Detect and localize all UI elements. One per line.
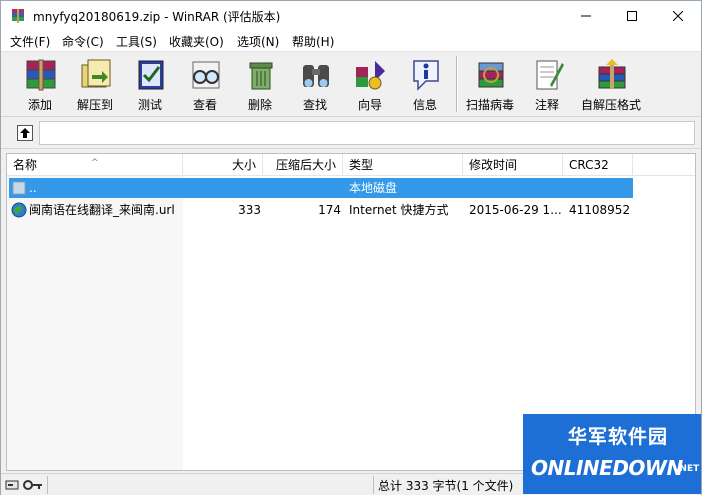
row-packed: 174 <box>318 203 341 217</box>
drive-icon[interactable] <box>5 479 19 491</box>
close-button[interactable] <box>655 1 701 31</box>
status-text: 总计 333 字节(1 个文件) <box>378 479 514 493</box>
sort-ascending-icon: ^ <box>91 158 99 168</box>
row-crc: 41108952 <box>569 203 631 217</box>
toolbar-info-button[interactable]: 信息 <box>398 55 452 115</box>
toolbar-comment-label: 注释 <box>534 98 559 112</box>
column-header-name[interactable]: 名称 ^ <box>7 154 183 176</box>
toolbar: 添加 解压到 测试 查看 删除 查找 向导 信息 扫描病毒 注释 自解压格式 <box>1 51 701 117</box>
toolbar-info-label: 信息 <box>412 98 437 112</box>
menu-commands[interactable]: 命令(C) <box>62 33 104 50</box>
row-crc <box>569 178 633 198</box>
row-name: 闽南语在线翻译_来闽南.url <box>29 203 175 217</box>
column-header-packed-label: 压缩后大小 <box>275 158 336 172</box>
comment-icon <box>536 60 564 90</box>
minimize-button[interactable] <box>563 1 609 31</box>
column-header-crc[interactable]: CRC32 <box>563 154 633 176</box>
wizard-icon <box>356 61 385 90</box>
column-header-type[interactable]: 类型 <box>343 154 463 176</box>
watermark-cn-text: 华军软件园 <box>568 426 669 448</box>
status-divider <box>373 476 374 494</box>
menu-file[interactable]: 文件(F) <box>10 33 50 50</box>
key-icon[interactable] <box>23 479 43 491</box>
status-divider <box>47 476 48 494</box>
row-modified: 2015-06-29 1... <box>469 203 562 217</box>
extract-to-icon <box>81 59 111 88</box>
row-size <box>183 178 257 198</box>
menu-help[interactable]: 帮助(H) <box>292 33 334 50</box>
row-type: 本地磁盘 <box>349 181 398 195</box>
up-arrow-icon <box>20 128 30 138</box>
watermark-suffix-text: .NET <box>676 464 700 474</box>
toolbar-sfx-label: 自解压格式 <box>580 98 641 112</box>
toolbar-delete-button[interactable]: 删除 <box>233 55 287 115</box>
title-bar[interactable]: mnyfyq20180619.zip - WinRAR (评估版本) <box>1 1 701 31</box>
column-header-packed[interactable]: 压缩后大小 <box>263 154 343 176</box>
column-header-modified[interactable]: 修改时间 <box>463 154 563 176</box>
info-icon <box>413 60 439 91</box>
row-packed <box>263 178 337 198</box>
row-size: 333 <box>238 203 261 217</box>
column-header-crc-label: CRC32 <box>569 158 609 172</box>
row-modified <box>469 178 563 198</box>
close-icon <box>673 11 683 21</box>
maximize-button[interactable] <box>609 1 655 31</box>
view-glasses-icon <box>192 61 220 89</box>
toolbar-find-button[interactable]: 查找 <box>288 55 342 115</box>
winrar-window: mnyfyq20180619.zip - WinRAR (评估版本) 文件(F)… <box>0 0 702 495</box>
minimize-icon <box>581 15 591 17</box>
add-books-icon <box>26 59 56 91</box>
toolbar-sfx-button[interactable]: 自解压格式 <box>581 55 641 115</box>
toolbar-add-button[interactable]: 添加 <box>13 55 67 115</box>
menu-favorites[interactable]: 收藏夹(O) <box>169 33 224 50</box>
address-bar <box>1 118 701 149</box>
find-binoculars-icon <box>303 65 329 87</box>
toolbar-view-button[interactable]: 查看 <box>178 55 232 115</box>
toolbar-extract-button[interactable]: 解压到 <box>68 55 122 115</box>
menu-tools[interactable]: 工具(S) <box>116 33 157 50</box>
toolbar-wizard-button[interactable]: 向导 <box>343 55 397 115</box>
column-header-size[interactable]: 大小 <box>183 154 263 176</box>
delete-icon <box>249 62 273 90</box>
row-type: Internet 快捷方式 <box>349 203 449 217</box>
table-row[interactable]: 闽南语在线翻译_来闽南.url 333 174 Internet 快捷方式 20… <box>9 200 633 220</box>
column-header-modified-label: 修改时间 <box>469 158 518 172</box>
toolbar-comment-button[interactable]: 注释 <box>520 55 574 115</box>
toolbar-test-button[interactable]: 测试 <box>123 55 177 115</box>
up-folder-button[interactable] <box>17 125 33 141</box>
internet-shortcut-icon <box>11 202 27 218</box>
watermark-en-text: ONLINEDOWN <box>531 456 683 480</box>
test-icon <box>138 60 164 90</box>
column-header-type-label: 类型 <box>349 158 374 172</box>
scan-virus-icon <box>478 62 504 88</box>
onlinedown-watermark: 华军软件园 ONLINEDOWN .NET <box>523 414 701 494</box>
sfx-icon <box>598 59 626 89</box>
list-header: 名称 ^ 大小 压缩后大小 类型 修改时间 CRC32 <box>7 154 695 176</box>
menu-options[interactable]: 选项(N) <box>237 33 279 50</box>
winrar-app-icon[interactable] <box>10 8 26 24</box>
window-title: mnyfyq20180619.zip - WinRAR (评估版本) <box>33 10 281 24</box>
address-field[interactable] <box>39 121 695 145</box>
parent-folder-icon <box>12 181 26 195</box>
column-header-size-label: 大小 <box>231 158 256 172</box>
maximize-icon <box>627 11 637 21</box>
toolbar-scan-button[interactable]: 扫描病毒 <box>463 55 517 115</box>
menu-bar: 文件(F) 命令(C) 工具(S) 收藏夹(O) 选项(N) 帮助(H) <box>1 31 701 51</box>
table-row[interactable]: .. 本地磁盘 <box>9 178 633 198</box>
row-name: .. <box>29 181 37 195</box>
